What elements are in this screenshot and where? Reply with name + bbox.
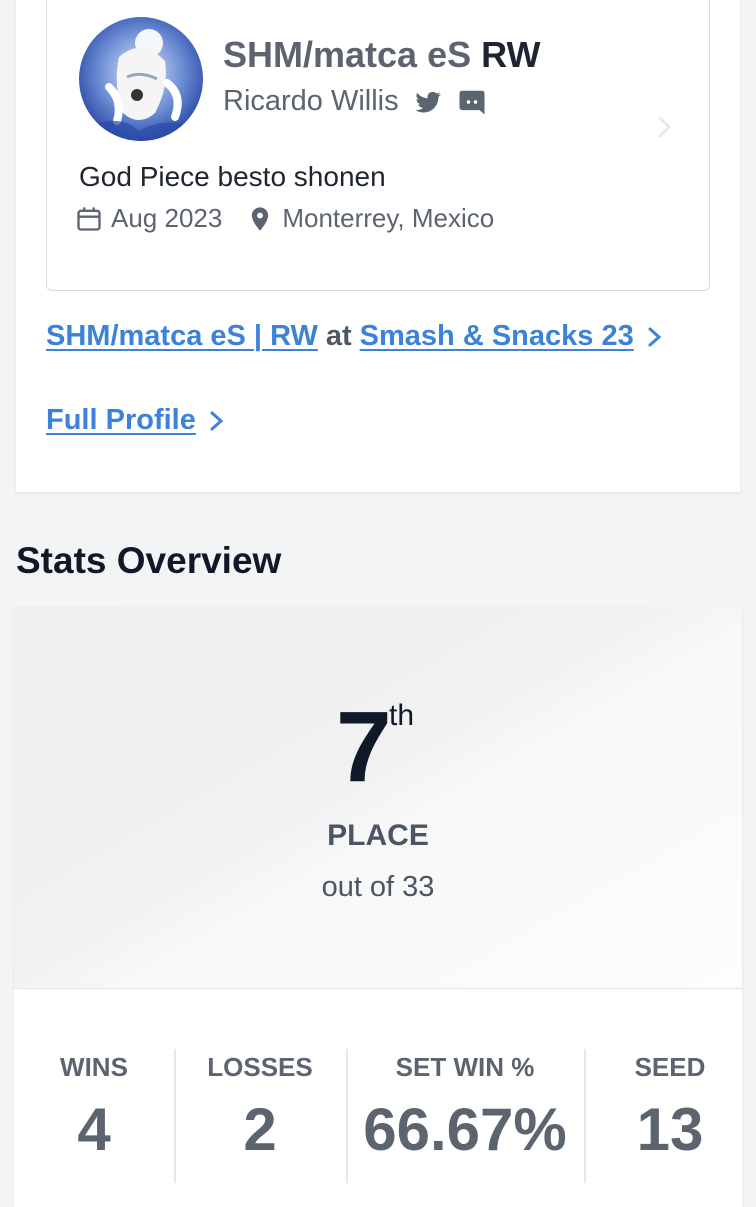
at-text: at [325,320,352,352]
stat-value: 4 [77,1096,111,1163]
calendar-icon [77,206,101,231]
entrant-link[interactable]: SHM/matca eS | RW [46,320,318,353]
stats-row: WINS 4 LOSSES 2 SET WIN % 66.67% SEED 13 [14,1047,742,1187]
twitter-icon[interactable] [413,87,443,117]
stat-seed: SEED 13 [584,1047,756,1165]
chevron-right-icon[interactable] [208,407,226,435]
full-profile-row: Full Profile [46,404,226,437]
real-name-row: Ricardo Willis [223,85,487,118]
avatar [79,17,203,141]
chevron-right-icon[interactable] [657,115,671,139]
place-out-of: out of 33 [321,871,435,903]
chevron-right-icon[interactable] [646,323,664,351]
stat-label: SEED [634,1052,706,1082]
location-pin-icon [252,206,269,231]
stat-wins: WINS 4 [14,1047,174,1165]
discord-icon[interactable] [457,87,487,117]
stat-label: SET WIN % [395,1052,535,1082]
stats-card: 7 th PLACE out of 33 WINS 4 LOSSES 2 SET… [14,607,742,1207]
stat-losses: LOSSES 2 [174,1047,346,1165]
bio: God Piece besto shonen [79,161,386,192]
stat-value: 13 [636,1096,704,1163]
stat-value: 2 [243,1096,277,1163]
stat-label: WINS [60,1052,128,1082]
stat-value: 66.67% [363,1096,567,1163]
profile-card[interactable]: SHM/matca eS RW Ricardo Willis God Piece… [46,0,710,291]
placement-panel: 7 th PLACE out of 33 [14,607,742,989]
event-entry-link-row: SHM/matca eS | RW at Smash & Snacks 23 [46,320,664,353]
sponsor-tag: SHM/matca eS [223,34,472,75]
event-link[interactable]: Smash & Snacks 23 [360,320,634,353]
place-number: 7 [336,691,392,803]
player-name: SHM/matca eS RW [223,33,540,77]
gamer-tag: RW [481,34,541,75]
place-suffix: th [389,699,415,732]
stat-set-win-pct: SET WIN % 66.67% [346,1047,584,1165]
location: Monterrey, Mexico [282,203,495,233]
full-profile-link[interactable]: Full Profile [46,404,196,437]
place-label: PLACE [327,819,429,852]
profile-section: SHM/matca eS RW Ricardo Willis God Piece… [16,0,740,492]
real-name: Ricardo Willis [223,85,399,117]
profile-meta: Aug 2023 Monterrey, Mexico [75,203,494,234]
stat-label: LOSSES [207,1052,313,1082]
joined-date: Aug 2023 [111,203,223,233]
stats-overview-title: Stats Overview [16,540,282,581]
